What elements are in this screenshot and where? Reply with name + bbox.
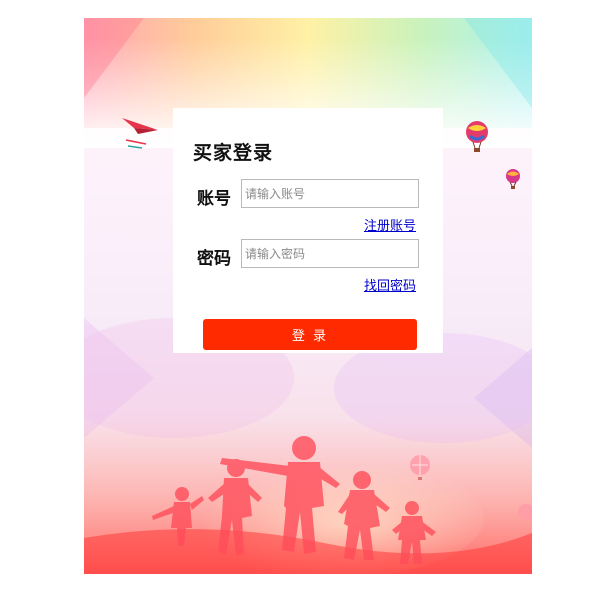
register-account-link[interactable]: 注册账号 [364,215,416,234]
password-label: 密码 [197,249,231,269]
paper-plane-icon [122,118,158,149]
login-title: 买家登录 [193,142,274,164]
hot-air-balloon-icon [518,504,532,520]
recover-password-link[interactable]: 找回密码 [364,275,416,294]
running-children-silhouette [152,436,436,564]
hot-air-balloon-icon [506,169,520,189]
login-background: 买家登录 账号 注册账号 密码 找回密码 登 录 [84,18,532,574]
account-label: 账号 [197,189,231,209]
password-input[interactable] [241,239,419,268]
hot-air-balloon-icon [466,121,488,152]
login-button[interactable]: 登 录 [203,319,417,350]
account-input[interactable] [241,179,419,208]
login-panel: 买家登录 账号 注册账号 密码 找回密码 登 录 [173,108,443,353]
